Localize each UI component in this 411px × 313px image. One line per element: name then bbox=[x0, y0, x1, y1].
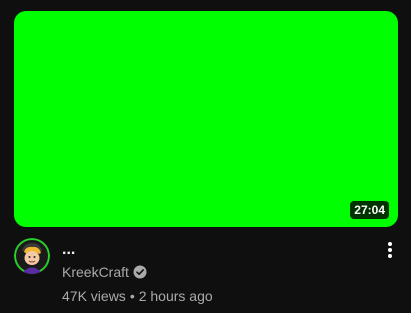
video-title[interactable]: ... bbox=[62, 239, 371, 261]
video-details: ... KreekCraft 47K views • 2 hours ago bbox=[62, 239, 371, 307]
more-actions-button[interactable] bbox=[378, 238, 402, 262]
more-vertical-icon bbox=[388, 242, 392, 258]
duration-badge: 27:04 bbox=[350, 201, 389, 219]
avatar-image bbox=[14, 238, 50, 274]
verified-check-icon bbox=[133, 265, 147, 279]
thumbnail-image bbox=[14, 11, 398, 227]
video-meta: 47K views • 2 hours ago bbox=[62, 285, 371, 307]
channel-name[interactable]: KreekCraft bbox=[62, 261, 129, 283]
meta-separator: • bbox=[129, 288, 135, 304]
video-thumbnail[interactable]: 27:04 bbox=[14, 11, 398, 227]
channel-row: KreekCraft bbox=[62, 261, 371, 283]
channel-avatar[interactable] bbox=[14, 238, 50, 274]
upload-age: 2 hours ago bbox=[138, 288, 213, 304]
view-count: 47K views bbox=[62, 288, 126, 304]
video-card[interactable]: 27:04 ... KreekCraft 47K views • 2 hours… bbox=[0, 0, 411, 313]
